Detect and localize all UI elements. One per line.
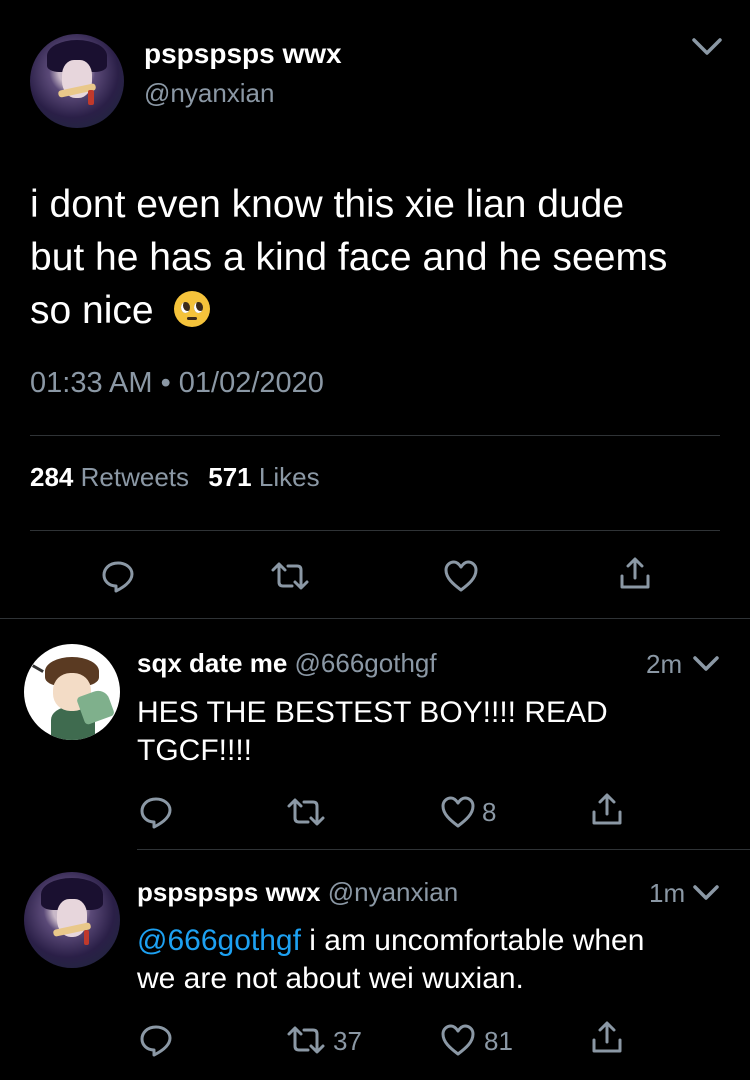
tweet-text-line3: so nice bbox=[30, 289, 154, 332]
reply-text-segment: i am uncomfortable when bbox=[300, 924, 645, 957]
reply-icon[interactable] bbox=[100, 558, 136, 594]
reply-header: sqx date me @666gothgf bbox=[137, 648, 437, 679]
chevron-down-icon[interactable] bbox=[692, 654, 720, 674]
likes-stat[interactable]: 571 Likes bbox=[208, 462, 319, 492]
reply-text-line: TGCF!!!! bbox=[137, 734, 252, 767]
likes-count: 571 bbox=[208, 462, 252, 492]
tweet-timestamp: 01:33 AM • 01/02/2020 bbox=[30, 367, 324, 399]
retweet-icon[interactable] bbox=[286, 796, 326, 828]
pleading-face-emoji bbox=[174, 291, 211, 327]
chevron-down-icon[interactable] bbox=[690, 34, 724, 58]
divider bbox=[0, 618, 750, 619]
reply-text-line: HES THE BESTEST BOY!!!! READ bbox=[137, 696, 608, 729]
reply-author-avatar[interactable] bbox=[24, 872, 120, 968]
reply-display-name[interactable]: pspspsps wwx bbox=[137, 877, 321, 907]
tweet-text-line: but he has a kind face and he seems bbox=[30, 236, 668, 279]
share-icon[interactable] bbox=[590, 792, 624, 828]
share-icon[interactable] bbox=[590, 1020, 624, 1056]
divider bbox=[30, 530, 720, 531]
author-display-name[interactable]: pspspsps wwx bbox=[144, 38, 342, 70]
reply-author-avatar[interactable] bbox=[24, 644, 120, 740]
retweet-icon[interactable] bbox=[286, 1024, 326, 1056]
reply-text-line: @666gothgf i am uncomfortable when bbox=[137, 922, 644, 960]
reply-header: pspspsps wwx @nyanxian bbox=[137, 877, 458, 908]
share-icon[interactable] bbox=[618, 556, 652, 592]
retweets-stat[interactable]: 284 Retweets bbox=[30, 462, 196, 492]
divider bbox=[137, 849, 750, 850]
chevron-down-icon[interactable] bbox=[692, 883, 720, 903]
reply-icon[interactable] bbox=[138, 794, 174, 830]
reply-handle[interactable]: @nyanxian bbox=[328, 877, 458, 907]
reply-icon[interactable] bbox=[138, 1022, 174, 1058]
reply-like-count: 8 bbox=[482, 797, 497, 827]
retweets-label: Retweets bbox=[80, 462, 190, 492]
reply-time: 2m bbox=[646, 649, 683, 679]
reply-text: HES THE BESTEST BOY!!!! READ TGCF!!!! bbox=[137, 694, 608, 770]
reply-retweet-count: 37 bbox=[333, 1026, 362, 1056]
reply-time: 1m bbox=[649, 878, 686, 908]
author-handle[interactable]: @nyanxian bbox=[144, 78, 274, 109]
like-icon[interactable] bbox=[440, 795, 476, 829]
tweet-text-line: i dont even know this xie lian dude bbox=[30, 183, 625, 226]
reply-text: @666gothgf i am uncomfortable when we ar… bbox=[137, 922, 644, 998]
reply-handle[interactable]: @666gothgf bbox=[295, 648, 437, 678]
like-icon[interactable] bbox=[440, 1023, 476, 1057]
likes-label: Likes bbox=[258, 462, 320, 492]
author-avatar[interactable] bbox=[30, 34, 124, 128]
reply-display-name[interactable]: sqx date me bbox=[137, 648, 287, 678]
reply-text-line: we are not about wei wuxian. bbox=[137, 962, 524, 995]
tweet-stats: 284 Retweets 571 Likes bbox=[30, 462, 320, 493]
reply-like-count: 81 bbox=[484, 1026, 513, 1056]
retweet-icon[interactable] bbox=[270, 560, 310, 592]
divider bbox=[30, 435, 720, 436]
retweets-count: 284 bbox=[30, 462, 74, 492]
like-icon[interactable] bbox=[443, 559, 479, 593]
mention-link[interactable]: @666gothgf bbox=[137, 924, 301, 957]
tweet-text-line: so nice bbox=[30, 284, 730, 337]
tweet-text: i dont even know this xie lian dude but … bbox=[30, 178, 730, 337]
